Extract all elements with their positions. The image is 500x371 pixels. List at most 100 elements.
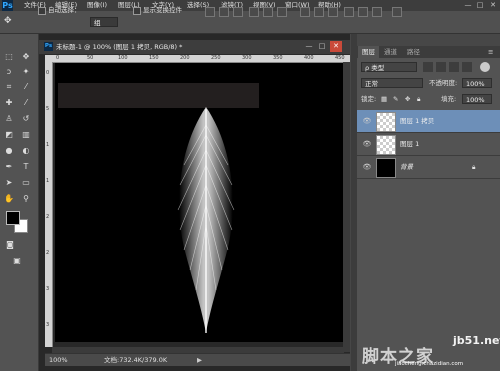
screen-mode-icon[interactable]: ▣ (12, 256, 22, 266)
lock-label: 锁定: (361, 95, 377, 103)
type-tool-icon[interactable]: T (21, 162, 31, 172)
align-bottom-icon[interactable] (233, 7, 243, 17)
watermark-sub: jiaocheng.chazidian.com (395, 361, 464, 367)
clone-stamp-icon[interactable]: ♙ (4, 114, 14, 124)
lock-position-icon[interactable]: ✥ (405, 94, 410, 104)
ruler-top-label: 400 (304, 55, 314, 61)
ruler-left-label: 3 (46, 322, 50, 328)
filter-pixel-icon[interactable] (423, 62, 433, 72)
show-transform-checkbox[interactable] (133, 7, 141, 15)
gradient-tool-icon[interactable]: ▥ (21, 130, 31, 140)
move-tool-preset-icon[interactable]: ✥ (4, 15, 18, 27)
crop-tool-icon[interactable]: ⌗ (4, 82, 14, 92)
filter-shape-icon[interactable] (462, 62, 472, 72)
history-brush-icon[interactable]: ↺ (21, 114, 31, 124)
vertical-scrollbar[interactable] (343, 62, 350, 352)
maximize-button[interactable]: □ (474, 0, 486, 11)
doc-close-button[interactable]: ✕ (330, 41, 342, 52)
pen-tool-icon[interactable]: ✒ (4, 162, 14, 172)
document-ps-icon: Ps (44, 42, 53, 51)
eyedropper-icon[interactable]: ⁄ (21, 82, 31, 92)
lock-transparent-icon[interactable]: ▦ (381, 94, 387, 104)
ruler-left: 0 5 1 1 2 2 3 3 (45, 62, 53, 347)
layer-lock-icon: 🔒︎ (472, 163, 476, 171)
layer-name[interactable]: 图层 1 拷贝 (400, 116, 434, 126)
ruler-left-label: 2 (46, 214, 50, 220)
ruler-left-label: 5 (46, 106, 50, 112)
photoshop-logo: Ps (2, 0, 13, 11)
auto-align-icon[interactable] (392, 7, 402, 17)
align-left-icon[interactable] (249, 7, 259, 17)
ruler-top-label: 250 (211, 55, 221, 61)
zoom-level[interactable]: 100% (49, 355, 68, 365)
tab-layers[interactable]: 图层 (358, 46, 379, 58)
menu-image[interactable]: 图像(I) (87, 0, 107, 11)
visibility-eye-icon[interactable]: 👁︎ (362, 116, 372, 126)
align-right-icon[interactable] (277, 7, 287, 17)
align-hcenter-icon[interactable] (263, 7, 273, 17)
brush-tool-icon[interactable]: ⁄ (21, 98, 31, 108)
distribute-right-icon[interactable] (372, 7, 382, 17)
auto-select-checkbox[interactable] (38, 7, 46, 15)
ruler-top-label: 350 (273, 55, 283, 61)
filter-type-icon[interactable] (449, 62, 459, 72)
hand-tool-icon[interactable]: ✋ (4, 194, 14, 204)
foreground-color-swatch-front[interactable] (6, 211, 20, 225)
ruler-left-label: 1 (46, 178, 50, 184)
document-info[interactable]: 文档:732.4K/379.0K (104, 355, 167, 365)
layer-name[interactable]: 图层 1 (400, 139, 419, 149)
ruler-top-label: 200 (180, 55, 190, 61)
quick-mask-icon[interactable]: ◙ (5, 240, 15, 250)
eraser-tool-icon[interactable]: ◩ (4, 130, 14, 140)
distribute-top-icon[interactable] (300, 7, 310, 17)
align-top-icon[interactable] (205, 7, 215, 17)
panel-menu-icon[interactable]: ≡ (488, 47, 493, 57)
layer-thumbnail (376, 112, 396, 132)
document-title: 未标题-1 @ 100% (图层 1 拷贝, RGB/8) * (56, 43, 183, 51)
shape-tool-icon[interactable]: ▭ (21, 178, 31, 188)
minimize-button[interactable]: — (462, 0, 474, 11)
layer-name[interactable]: 背景 (400, 162, 413, 172)
distribute-bottom-icon[interactable] (328, 7, 338, 17)
status-arrow-icon[interactable]: ▶ (197, 355, 202, 365)
opacity-label: 不透明度: (429, 79, 458, 87)
distribute-vcenter-icon[interactable] (314, 7, 324, 17)
path-selection-icon[interactable]: ➤ (4, 178, 14, 188)
magic-wand-icon[interactable]: ✦ (21, 67, 31, 77)
visibility-eye-icon[interactable]: 👁︎ (362, 139, 372, 149)
auto-select-label: 自动选择： (48, 6, 81, 14)
blur-tool-icon[interactable]: ● (4, 146, 14, 156)
ruler-left-label: 3 (46, 286, 50, 292)
filter-adjust-icon[interactable] (436, 62, 446, 72)
doc-minimize-button[interactable]: — (303, 41, 315, 52)
ruler-top: 0 50 100 150 200 250 300 350 400 450 (45, 55, 350, 63)
close-button[interactable]: ✕ (487, 0, 499, 11)
align-vcenter-icon[interactable] (219, 7, 229, 17)
ruler-top-label: 100 (118, 55, 128, 61)
watermark-site: jb51.net (453, 334, 500, 347)
blend-mode-dropdown[interactable]: 正常 (361, 78, 423, 88)
lasso-tool-icon[interactable]: ↄ (4, 67, 14, 77)
ruler-top-label: 150 (149, 55, 159, 61)
healing-brush-icon[interactable]: ✚ (4, 98, 14, 108)
ruler-top-label: 0 (56, 55, 60, 61)
distribute-hcenter-icon[interactable] (358, 7, 368, 17)
tab-channels[interactable]: 通道 (380, 46, 401, 58)
tab-paths[interactable]: 路径 (403, 46, 424, 58)
filter-toggle[interactable] (480, 62, 490, 72)
move-tool-icon[interactable]: ✥ (21, 52, 31, 62)
visibility-eye-icon[interactable]: 👁︎ (362, 162, 372, 172)
ruler-left-label: 0 (46, 70, 50, 76)
doc-maximize-button[interactable]: □ (316, 41, 328, 52)
fill-input[interactable]: 100% (462, 94, 492, 104)
zoom-tool-icon[interactable]: ⚲ (21, 194, 31, 204)
lock-pixels-icon[interactable]: ✎ (393, 94, 398, 104)
auto-select-dropdown[interactable]: 组 (90, 17, 118, 27)
distribute-left-icon[interactable] (344, 7, 354, 17)
opacity-input[interactable]: 100% (462, 78, 492, 88)
lock-all-icon[interactable]: 🔒︎ (417, 94, 420, 104)
layer-filter-dropdown[interactable]: ρ 类型 (361, 62, 417, 72)
dodge-tool-icon[interactable]: ◐ (21, 146, 31, 156)
marquee-tool-icon[interactable]: ⬚ (4, 52, 14, 62)
layer-thumbnail (376, 135, 396, 155)
